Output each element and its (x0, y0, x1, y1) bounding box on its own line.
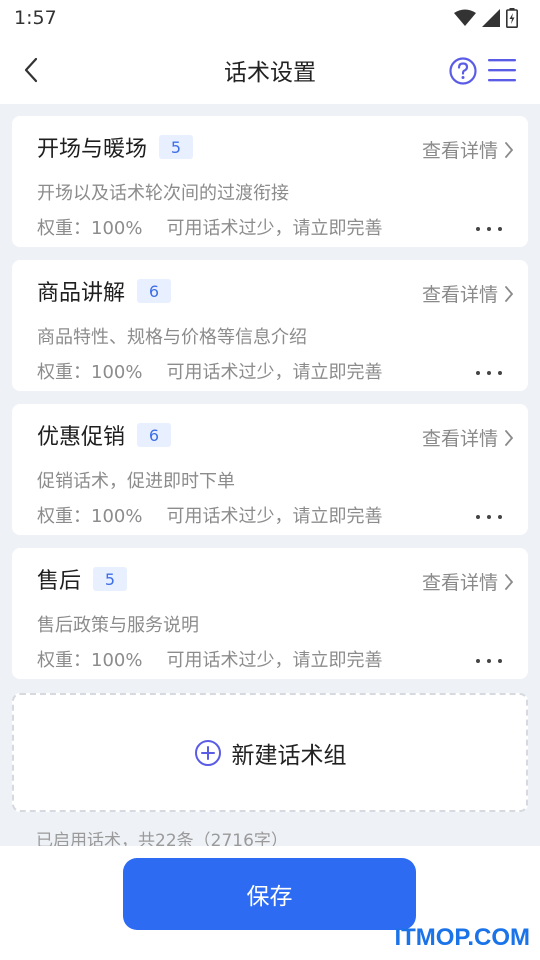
screen: 1:57 话术设置 开场与暖场 5 查看详情 开场以及话术轮次间的过渡衔接 权重… (0, 0, 540, 960)
header: 话术设置 (0, 36, 540, 104)
group-description: 促销话术，促进即时下单 (37, 471, 235, 492)
chevron-right-icon (505, 141, 514, 158)
warning-text: 可用话术过少，请立即完善 (166, 506, 383, 527)
wifi-icon (454, 9, 476, 26)
count-badge: 5 (159, 135, 194, 159)
dot-icon (498, 227, 502, 231)
help-button[interactable] (448, 56, 478, 86)
view-details-label: 查看详情 (421, 284, 498, 306)
chevron-right-icon (505, 429, 514, 446)
group-description: 售后政策与服务说明 (37, 615, 199, 636)
card-title-row: 售后 5 (37, 563, 128, 595)
more-options-button[interactable] (476, 368, 502, 378)
content-area: 开场与暖场 5 查看详情 开场以及话术轮次间的过渡衔接 权重：100% 可用话术… (0, 104, 540, 846)
dot-icon (476, 659, 480, 663)
bottom-bar: 保存 ITMOP.COM (0, 846, 540, 960)
summary-text: 已启用话术，共22条（2716字） (36, 831, 288, 846)
dot-icon (487, 227, 491, 231)
group-card: 开场与暖场 5 查看详情 开场以及话术轮次间的过渡衔接 权重：100% 可用话术… (12, 116, 528, 247)
weight-value: 权重：100% (37, 506, 143, 527)
count-badge: 6 (137, 423, 172, 447)
dot-icon (487, 659, 491, 663)
view-details-label: 查看详情 (421, 428, 498, 450)
count-badge: 5 (93, 567, 128, 591)
add-group-button[interactable]: 新建话术组 (12, 693, 528, 812)
status-time: 1:57 (14, 7, 57, 29)
group-card: 商品讲解 6 查看详情 商品特性、规格与价格等信息介绍 权重：100% 可用话术… (12, 260, 528, 391)
watermark: ITMOP.COM (394, 924, 530, 951)
hamburger-menu-icon (488, 59, 516, 82)
status-bar: 1:57 (0, 0, 540, 36)
warning-text: 可用话术过少，请立即完善 (166, 650, 383, 671)
weight-value: 权重：100% (37, 218, 143, 239)
group-card: 优惠促销 6 查看详情 促销话术，促进即时下单 权重：100% 可用话术过少，请… (12, 404, 528, 535)
chevron-right-icon (505, 573, 514, 590)
view-details-link[interactable]: 查看详情 (422, 568, 514, 595)
group-meta: 权重：100% 可用话术过少，请立即完善 (37, 502, 382, 528)
view-details-label: 查看详情 (421, 572, 498, 594)
plus-circle-icon (194, 739, 221, 766)
chevron-left-icon (24, 57, 38, 83)
group-title: 开场与暖场 (37, 137, 148, 162)
signal-icon (482, 9, 500, 27)
dot-icon (498, 659, 502, 663)
battery-icon (506, 8, 518, 28)
card-title-row: 开场与暖场 5 (37, 131, 194, 163)
chevron-right-icon (505, 285, 514, 302)
weight-value: 权重：100% (37, 650, 143, 671)
page-title: 话术设置 (224, 60, 316, 86)
more-options-button[interactable] (476, 224, 502, 234)
question-circle-icon (449, 57, 477, 85)
dot-icon (487, 371, 491, 375)
menu-button[interactable] (486, 56, 518, 84)
status-icons (454, 8, 518, 28)
dot-icon (487, 515, 491, 519)
count-badge: 6 (137, 279, 172, 303)
warning-text: 可用话术过少，请立即完善 (166, 362, 383, 383)
dot-icon (476, 227, 480, 231)
card-title-row: 商品讲解 6 (37, 275, 172, 307)
more-options-button[interactable] (476, 656, 502, 666)
group-meta: 权重：100% 可用话术过少，请立即完善 (37, 214, 382, 240)
group-title: 优惠促销 (37, 425, 126, 450)
dot-icon (498, 515, 502, 519)
view-details-link[interactable]: 查看详情 (422, 280, 514, 307)
view-details-label: 查看详情 (421, 140, 498, 162)
view-details-link[interactable]: 查看详情 (422, 136, 514, 163)
save-button[interactable]: 保存 (123, 858, 416, 930)
add-group-label: 新建话术组 (231, 742, 347, 769)
group-title: 售后 (37, 569, 82, 594)
group-meta: 权重：100% 可用话术过少，请立即完善 (37, 358, 382, 384)
dot-icon (476, 371, 480, 375)
back-button[interactable] (18, 54, 46, 86)
card-title-row: 优惠促销 6 (37, 419, 172, 451)
weight-value: 权重：100% (37, 362, 143, 383)
group-title: 商品讲解 (37, 281, 126, 306)
group-meta: 权重：100% 可用话术过少，请立即完善 (37, 646, 382, 672)
group-description: 商品特性、规格与价格等信息介绍 (37, 327, 307, 348)
dot-icon (476, 515, 480, 519)
group-card: 售后 5 查看详情 售后政策与服务说明 权重：100% 可用话术过少，请立即完善 (12, 548, 528, 679)
group-description: 开场以及话术轮次间的过渡衔接 (37, 183, 289, 204)
dot-icon (498, 371, 502, 375)
warning-text: 可用话术过少，请立即完善 (166, 218, 383, 239)
view-details-link[interactable]: 查看详情 (422, 424, 514, 451)
more-options-button[interactable] (476, 512, 502, 522)
